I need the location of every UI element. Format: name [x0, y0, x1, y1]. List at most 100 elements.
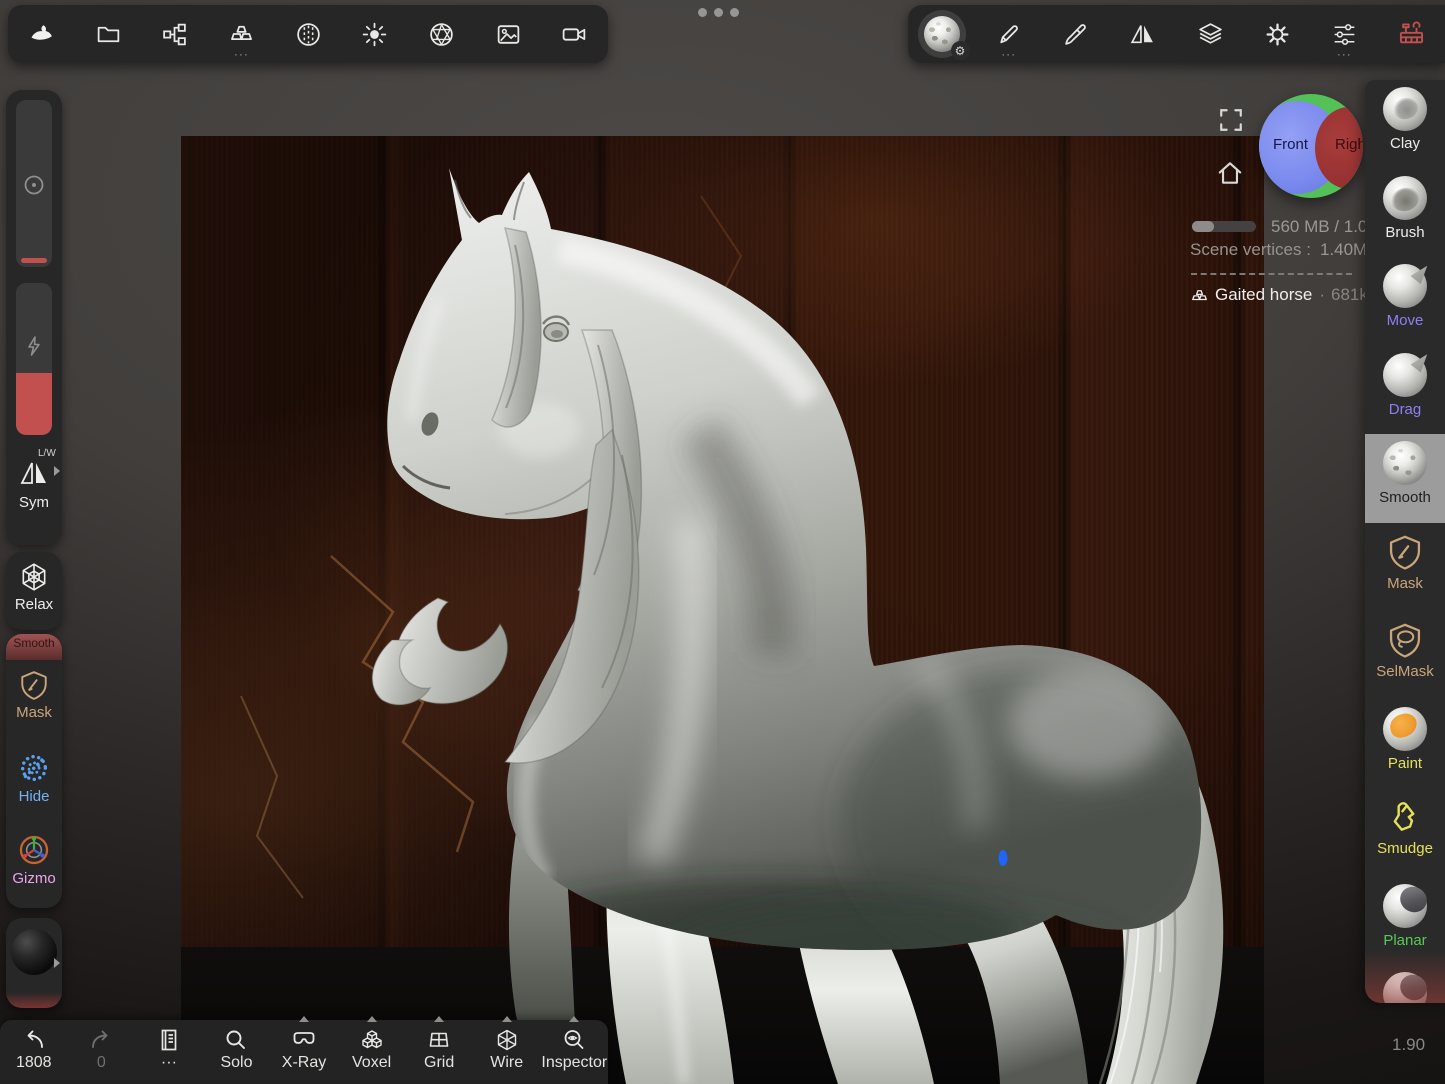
fullscreen-icon[interactable]: [1218, 107, 1244, 133]
node-graph-icon: [161, 21, 188, 48]
tool-selmask[interactable]: SelMask: [1365, 611, 1445, 700]
scene-vertices-row: Scene vertices :1.40M: [1190, 240, 1367, 260]
wire-button[interactable]: Wire: [473, 1020, 541, 1084]
orientation-nav-sphere[interactable]: Front Right: [1259, 94, 1363, 198]
sliders-icon: [1331, 21, 1358, 48]
inspector-eye-magnifier-icon: [561, 1027, 587, 1053]
sym-mirror-icon[interactable]: [19, 458, 49, 488]
toolbox-button[interactable]: [1378, 5, 1445, 63]
material-matcap-icon: [295, 21, 322, 48]
toolbox-icon: [1397, 20, 1426, 49]
blue-paint-dot: [999, 850, 1008, 866]
tool-palette-panel: Clay Brush Move Drag Smooth Mask: [1365, 80, 1445, 1003]
xray-label: X-Ray: [282, 1054, 326, 1072]
tool-drag[interactable]: Drag: [1365, 346, 1445, 435]
tool-label: Move: [1387, 312, 1424, 329]
smooth-active-header[interactable]: Smooth: [6, 634, 62, 660]
intensity-slider-value: [16, 373, 52, 435]
paint-brush-icon: [1062, 21, 1089, 48]
sym-label: Sym: [6, 494, 62, 511]
solo-label: Solo: [220, 1054, 252, 1072]
tool-paint[interactable]: Paint: [1365, 700, 1445, 789]
mask-shield-icon: [1386, 533, 1424, 571]
grid-icon: [426, 1027, 452, 1053]
layers-button[interactable]: [1177, 5, 1244, 63]
notes-button[interactable]: ···: [135, 1020, 203, 1084]
background-image-button[interactable]: [475, 5, 542, 63]
material-expand-arrow[interactable]: [54, 958, 60, 968]
tool-label: Clay: [1390, 135, 1420, 152]
toolbar-handle-dots[interactable]: [698, 8, 739, 17]
sidebar-hide-button[interactable]: Hide: [6, 742, 62, 824]
app-logo-button[interactable]: [8, 5, 75, 63]
sym-expand-arrow[interactable]: [54, 466, 60, 476]
grid-caret-icon: [434, 1016, 444, 1022]
sidebar-gizmo-button[interactable]: Gizmo: [6, 824, 62, 906]
inspector-label: Inspector: [541, 1054, 607, 1072]
sliders-more-dots: ···: [1337, 48, 1352, 60]
tool-smudge[interactable]: Smudge: [1365, 788, 1445, 877]
camera-button[interactable]: [541, 5, 608, 63]
sidebar-mask-button[interactable]: Mask: [6, 660, 62, 742]
tool-brush[interactable]: Brush: [1365, 169, 1445, 258]
post-process-button[interactable]: [408, 5, 475, 63]
object-separator: ·: [1319, 285, 1325, 305]
tool-flatten-partial[interactable]: [1365, 965, 1445, 1003]
home-view-icon[interactable]: [1215, 158, 1245, 188]
render-sliders-button[interactable]: ···: [1311, 5, 1378, 63]
intensity-bolt-icon: [24, 335, 44, 357]
wire-caret-icon: [502, 1016, 512, 1022]
undo-button[interactable]: 1808: [0, 1020, 68, 1084]
post-process-aperture-icon: [428, 21, 455, 48]
undo-arrow-icon: [21, 1027, 47, 1053]
scene-meshes-icon: [228, 21, 255, 48]
node-graph-button[interactable]: [141, 5, 208, 63]
grid-button[interactable]: Grid: [405, 1020, 473, 1084]
tool-label: Smooth: [1379, 489, 1431, 506]
symmetry-button[interactable]: [1109, 5, 1176, 63]
stroke-pencil-button[interactable]: ···: [975, 5, 1042, 63]
tool-smooth[interactable]: Smooth: [1365, 434, 1445, 523]
files-button[interactable]: [75, 5, 142, 63]
notebook-icon: [156, 1027, 182, 1053]
wire-label: Wire: [490, 1054, 523, 1072]
gizmo-label: Gizmo: [12, 870, 55, 887]
tool-label: Mask: [1387, 575, 1423, 592]
smooth-partial-label: Smooth: [13, 636, 54, 650]
radius-slider[interactable]: [16, 100, 52, 267]
mirror-symmetry-icon: [1129, 21, 1156, 48]
tool-mask[interactable]: Mask: [1365, 523, 1445, 612]
background-image-icon: [495, 21, 522, 48]
settings-button[interactable]: [1244, 5, 1311, 63]
voxel-button[interactable]: Voxel: [338, 1020, 406, 1084]
inspector-button[interactable]: Inspector: [541, 1020, 609, 1084]
hide-label: Hide: [19, 788, 50, 805]
tool-planar[interactable]: Planar: [1365, 877, 1445, 966]
material-panel-red-fade: [6, 992, 62, 1008]
xray-button[interactable]: X-Ray: [270, 1020, 338, 1084]
mask-label: Mask: [16, 704, 52, 721]
settings-gear-icon: [1264, 21, 1291, 48]
nomad-sculpt-app: Front Right 560 MB / 1.09 G Scene vertic…: [0, 0, 1445, 1084]
memory-usage-bar: [1192, 221, 1256, 232]
scene-meshes-button[interactable]: ···: [208, 5, 275, 63]
tool-label: Planar: [1383, 932, 1426, 949]
pencil-more-dots: ···: [1001, 48, 1016, 60]
object-vertex-count: 681k: [1331, 285, 1368, 305]
tool-clay[interactable]: Clay: [1365, 80, 1445, 169]
active-brush-button[interactable]: ⚙: [908, 5, 975, 63]
redo-button[interactable]: 0: [68, 1020, 136, 1084]
solo-button[interactable]: Solo: [203, 1020, 271, 1084]
nav-front-label: Front: [1273, 136, 1308, 153]
tool-move[interactable]: Move: [1365, 257, 1445, 346]
lighting-button[interactable]: [341, 5, 408, 63]
paint-settings-button[interactable]: [1042, 5, 1109, 63]
brush-settings-gear-icon: ⚙: [951, 41, 970, 60]
scene-object-row[interactable]: Gaited horse · 681k: [1190, 285, 1368, 305]
relax-panel[interactable]: Relax: [6, 552, 62, 630]
object-name: Gaited horse: [1215, 285, 1312, 305]
relax-label: Relax: [15, 596, 53, 613]
material-button[interactable]: [275, 5, 342, 63]
material-preview-panel[interactable]: [6, 918, 62, 1008]
intensity-slider[interactable]: [16, 283, 52, 435]
